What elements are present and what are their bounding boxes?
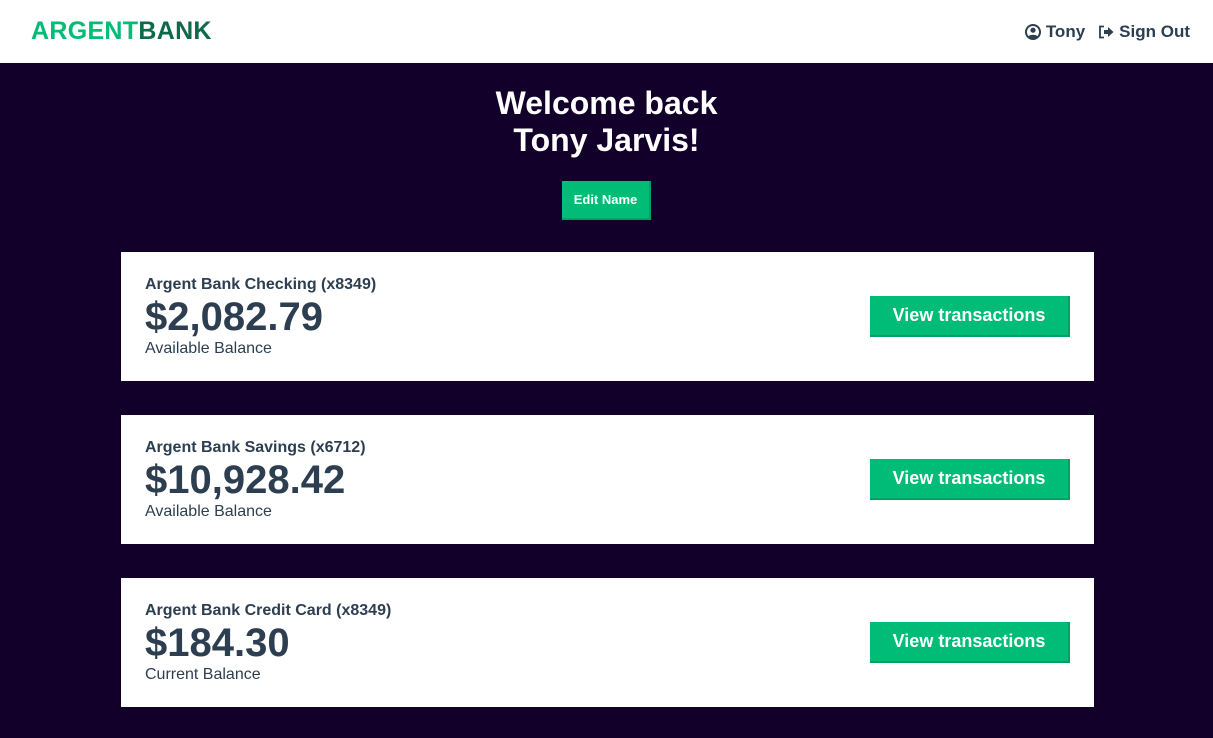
account-info: Argent Bank Savings (x6712) $10,928.42 A… [145, 439, 366, 521]
sign-out-icon [1099, 25, 1114, 38]
main-content: Welcome back Tony Jarvis! Edit Name Arge… [0, 63, 1213, 738]
sign-out-label: Sign Out [1119, 21, 1190, 41]
account-title: Argent Bank Savings (x6712) [145, 438, 366, 456]
welcome-header: Welcome back Tony Jarvis! Edit Name [0, 63, 1213, 220]
account-info: Argent Bank Credit Card (x8349) $184.30 … [145, 602, 391, 684]
account-info: Argent Bank Checking (x8349) $2,082.79 A… [145, 276, 376, 358]
account-card-savings: Argent Bank Savings (x6712) $10,928.42 A… [121, 415, 1094, 544]
nav-right: Tony Sign Out [1012, 22, 1190, 42]
welcome-title: Welcome back Tony Jarvis! [0, 85, 1213, 159]
account-card-credit: Argent Bank Credit Card (x8349) $184.30 … [121, 578, 1094, 707]
view-transactions-button[interactable]: View transactions [870, 622, 1070, 663]
account-title: Argent Bank Checking (x8349) [145, 275, 377, 293]
welcome-line: Welcome back [495, 85, 718, 121]
account-amount: $2,082.79 [145, 294, 323, 339]
logo[interactable]: ARGENT BANK [31, 17, 212, 46]
sign-out-link[interactable]: Sign Out [1098, 22, 1190, 42]
account-amount: $184.30 [145, 620, 290, 665]
user-circle-icon [1024, 23, 1041, 40]
edit-name-button[interactable]: Edit Name [562, 181, 651, 220]
user-name: Tony [1045, 21, 1086, 41]
logo-bank: BANK [138, 17, 212, 45]
view-transactions-button[interactable]: View transactions [870, 459, 1070, 500]
view-transactions-button[interactable]: View transactions [870, 296, 1070, 337]
user-profile-link[interactable]: Tony [1024, 21, 1086, 42]
account-description: Available Balance [145, 502, 272, 520]
logo-argent: ARGENT [31, 17, 139, 45]
account-title: Argent Bank Credit Card (x8349) [145, 601, 392, 619]
user-full-name: Tony Jarvis! [513, 122, 700, 158]
account-card-checking: Argent Bank Checking (x8349) $2,082.79 A… [121, 252, 1094, 381]
account-description: Current Balance [145, 665, 261, 683]
account-amount: $10,928.42 [145, 457, 346, 502]
main-nav: ARGENT BANK Tony Sign Out [0, 0, 1213, 63]
account-description: Available Balance [145, 339, 272, 357]
